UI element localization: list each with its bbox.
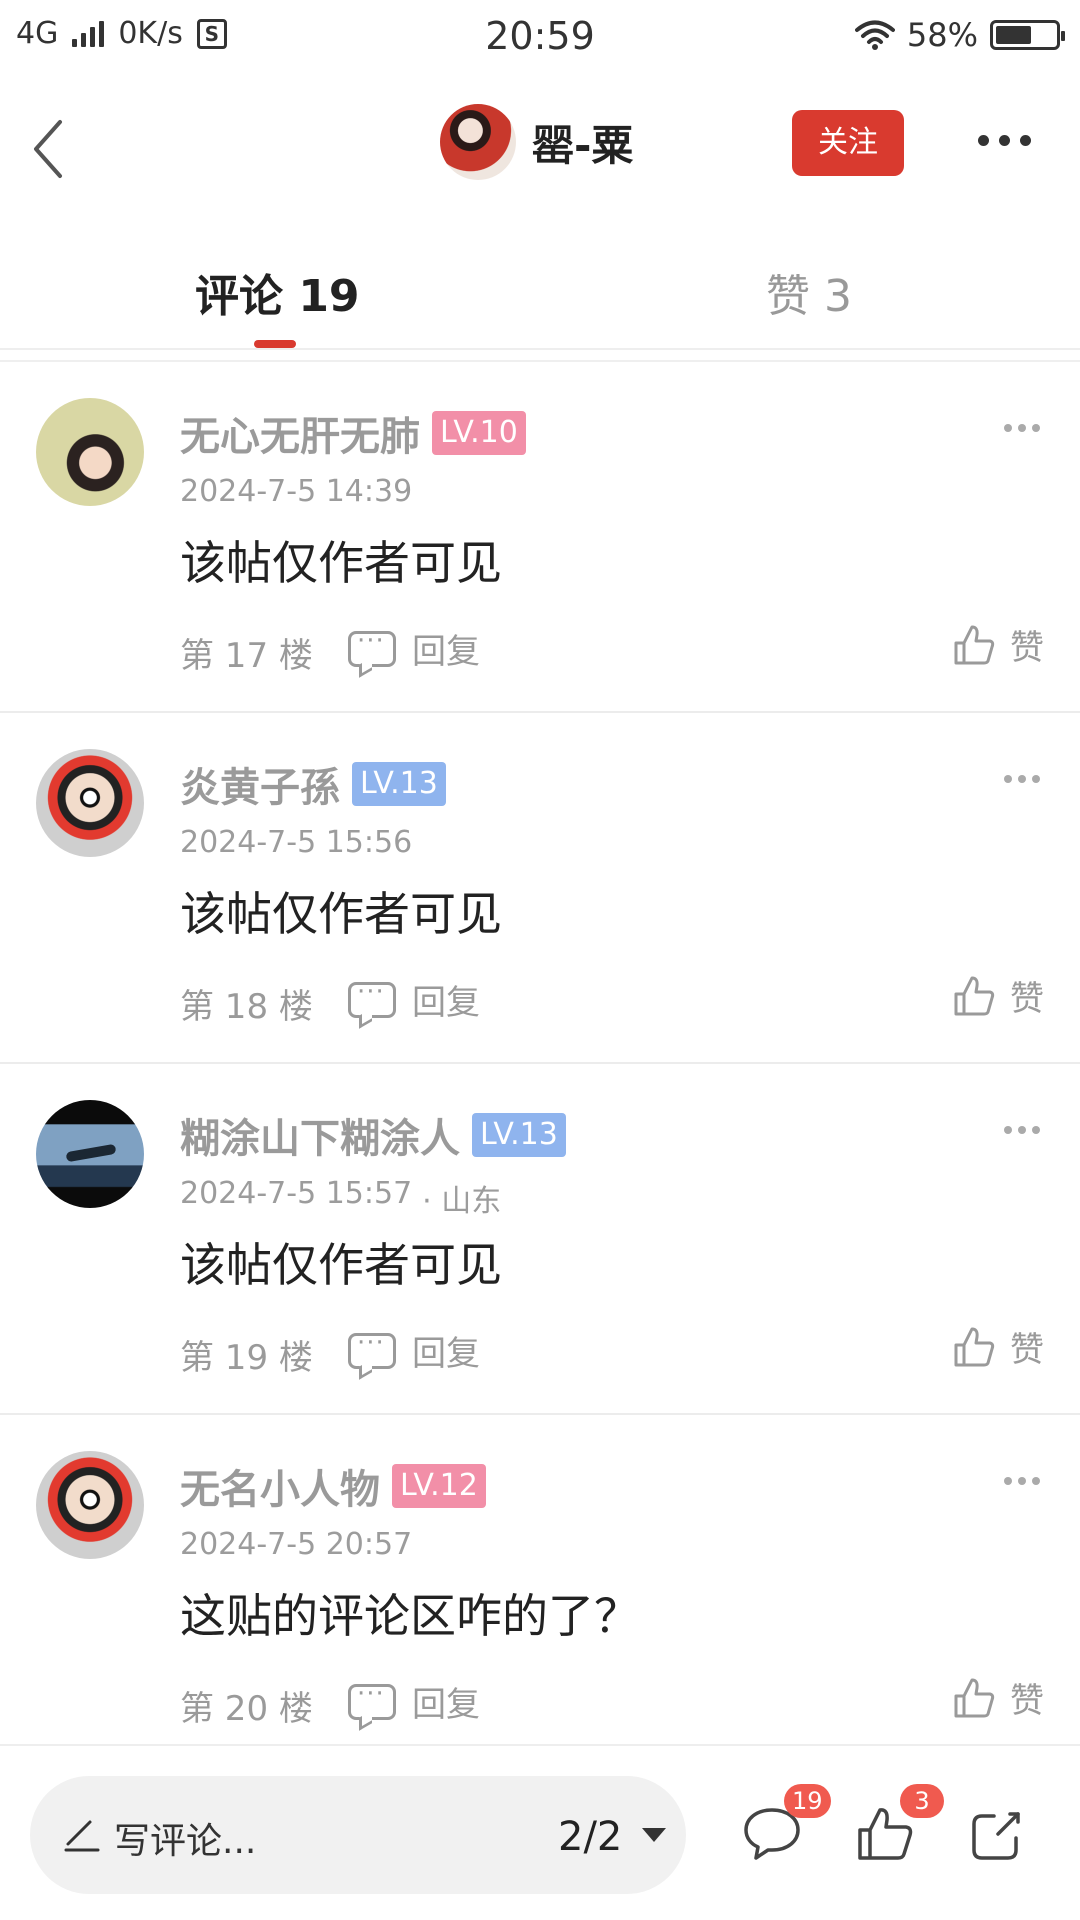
like-button[interactable]: 赞: [952, 1322, 1044, 1371]
level-badge: LV.12: [392, 1464, 486, 1508]
like-button[interactable]: 赞: [952, 971, 1044, 1020]
page-indicator[interactable]: 2/2: [558, 1814, 622, 1860]
chevron-down-icon[interactable]: [642, 1828, 666, 1842]
reply-button[interactable]: 回复: [348, 1326, 480, 1375]
comment-item: 无心无肝无肺 LV.10 2024-7-5 14:39 该帖仅作者可见 第 17…: [0, 362, 1080, 713]
location: · 山东: [422, 1184, 502, 1219]
username[interactable]: 无心无肝无肺: [180, 404, 420, 462]
tab-comments[interactable]: 评论 19: [195, 260, 360, 324]
reply-icon: [348, 626, 396, 667]
comment-header: 无心无肝无肺 LV.10: [180, 404, 526, 462]
write-comment-placeholder: 写评论...: [114, 1821, 257, 1862]
comment-more-icon[interactable]: [1004, 775, 1040, 783]
reply-icon: [348, 977, 396, 1018]
comment-list: 无心无肝无肺 LV.10 2024-7-5 14:39 该帖仅作者可见 第 17…: [0, 362, 1080, 1753]
timestamp: 2024-7-5 15:57: [180, 1176, 413, 1211]
comment-header: 糊涂山下糊涂人 LV.13: [180, 1106, 566, 1164]
comment-footer: 第 20 楼 回复 赞: [180, 1677, 1044, 1729]
thumbs-up-icon: [954, 1327, 995, 1366]
back-icon[interactable]: [26, 114, 76, 184]
comment-item: 糊涂山下糊涂人 LV.13 2024-7-5 15:57 · 山东 该帖仅作者可…: [0, 1064, 1080, 1415]
username[interactable]: 炎黄子孫: [180, 755, 340, 813]
like-count-badge: 3: [900, 1784, 944, 1818]
comment-meta: 2024-7-5 14:39: [180, 474, 422, 509]
status-right: 58%: [854, 16, 1065, 54]
reply-label: 回复: [412, 1685, 480, 1725]
reply-button[interactable]: 回复: [348, 624, 480, 673]
username[interactable]: 糊涂山下糊涂人: [180, 1106, 460, 1164]
comment-header: 炎黄子孫 LV.13: [180, 755, 446, 813]
avatar[interactable]: [36, 398, 144, 506]
reply-icon: [348, 1679, 396, 1720]
comment-footer: 第 19 楼 回复 赞: [180, 1326, 1044, 1378]
author-avatar[interactable]: [440, 104, 516, 180]
floor-number: 第 19 楼: [180, 1338, 313, 1378]
timestamp: 2024-7-5 15:56: [180, 825, 413, 860]
like-label: 赞: [1010, 979, 1044, 1019]
write-comment-input[interactable]: 写评论... 2/2: [30, 1776, 686, 1894]
level-badge: LV.13: [472, 1113, 566, 1157]
username[interactable]: 无名小人物: [180, 1457, 380, 1515]
wifi-icon: [854, 20, 895, 50]
comment-text: 这贴的评论区咋的了？: [180, 1589, 640, 1643]
comment-text: 该帖仅作者可见: [180, 887, 502, 941]
tab-bar: 评论 19 赞 3: [0, 240, 1080, 350]
level-badge: LV.10: [432, 411, 526, 455]
floor-number: 第 20 楼: [180, 1689, 313, 1729]
post-header: 罂-粟 关注: [0, 92, 1080, 202]
comment-footer: 第 18 楼 回复 赞: [180, 975, 1044, 1027]
share-icon[interactable]: [966, 1802, 1030, 1866]
like-label: 赞: [1010, 1681, 1044, 1721]
avatar[interactable]: [36, 1100, 144, 1208]
comment-count-badge: 19: [784, 1784, 831, 1818]
reply-button[interactable]: 回复: [348, 1677, 480, 1726]
like-button[interactable]: 赞: [952, 1673, 1044, 1722]
tab-indicator: [254, 340, 296, 348]
like-label: 赞: [1010, 1330, 1044, 1370]
comment-more-icon[interactable]: [1004, 1477, 1040, 1485]
timestamp: 2024-7-5 14:39: [180, 474, 413, 509]
comment-header: 无名小人物 LV.12: [180, 1457, 486, 1515]
author-info[interactable]: 罂-粟: [440, 104, 633, 180]
bottom-bar: 写评论... 2/2 19 3: [0, 1744, 1080, 1920]
comment-item: 炎黄子孫 LV.13 2024-7-5 15:56 该帖仅作者可见 第 18 楼…: [0, 713, 1080, 1064]
reply-button[interactable]: 回复: [348, 975, 480, 1024]
author-name[interactable]: 罂-粟: [532, 112, 633, 173]
thumbs-up-icon: [954, 625, 995, 664]
battery-icon: [990, 20, 1065, 50]
status-bar: 4G 0K/s S 20:59 58%: [0, 0, 1080, 76]
battery-percent: 58%: [906, 16, 978, 54]
comment-more-icon[interactable]: [1004, 424, 1040, 432]
reply-label: 回复: [412, 1334, 480, 1374]
comment-text: 该帖仅作者可见: [180, 1238, 502, 1292]
comment-meta: 2024-7-5 20:57: [180, 1527, 422, 1562]
comment-meta: 2024-7-5 15:57 · 山东: [180, 1176, 501, 1220]
comment-meta: 2024-7-5 15:56: [180, 825, 422, 860]
like-label: 赞: [1010, 628, 1044, 668]
reply-label: 回复: [412, 983, 480, 1023]
like-button[interactable]: 赞: [952, 620, 1044, 669]
floor-number: 第 17 楼: [180, 636, 313, 676]
comment-footer: 第 17 楼 回复 赞: [180, 624, 1044, 676]
avatar[interactable]: [36, 1451, 144, 1559]
reply-icon: [348, 1328, 396, 1369]
comment-text: 该帖仅作者可见: [180, 536, 502, 590]
thumbs-up-icon: [954, 976, 995, 1015]
more-options-icon[interactable]: [978, 120, 1038, 160]
thumbs-up-icon: [954, 1678, 995, 1717]
follow-button[interactable]: 关注: [792, 110, 904, 176]
reply-label: 回复: [412, 632, 480, 672]
comment-more-icon[interactable]: [1004, 1126, 1040, 1134]
level-badge: LV.13: [352, 762, 446, 806]
pen-icon: [64, 1820, 100, 1852]
comment-item: 无名小人物 LV.12 2024-7-5 20:57 这贴的评论区咋的了？ 第 …: [0, 1415, 1080, 1753]
tab-likes[interactable]: 赞 3: [766, 260, 852, 324]
timestamp: 2024-7-5 20:57: [180, 1527, 413, 1562]
avatar[interactable]: [36, 749, 144, 857]
floor-number: 第 18 楼: [180, 987, 313, 1027]
